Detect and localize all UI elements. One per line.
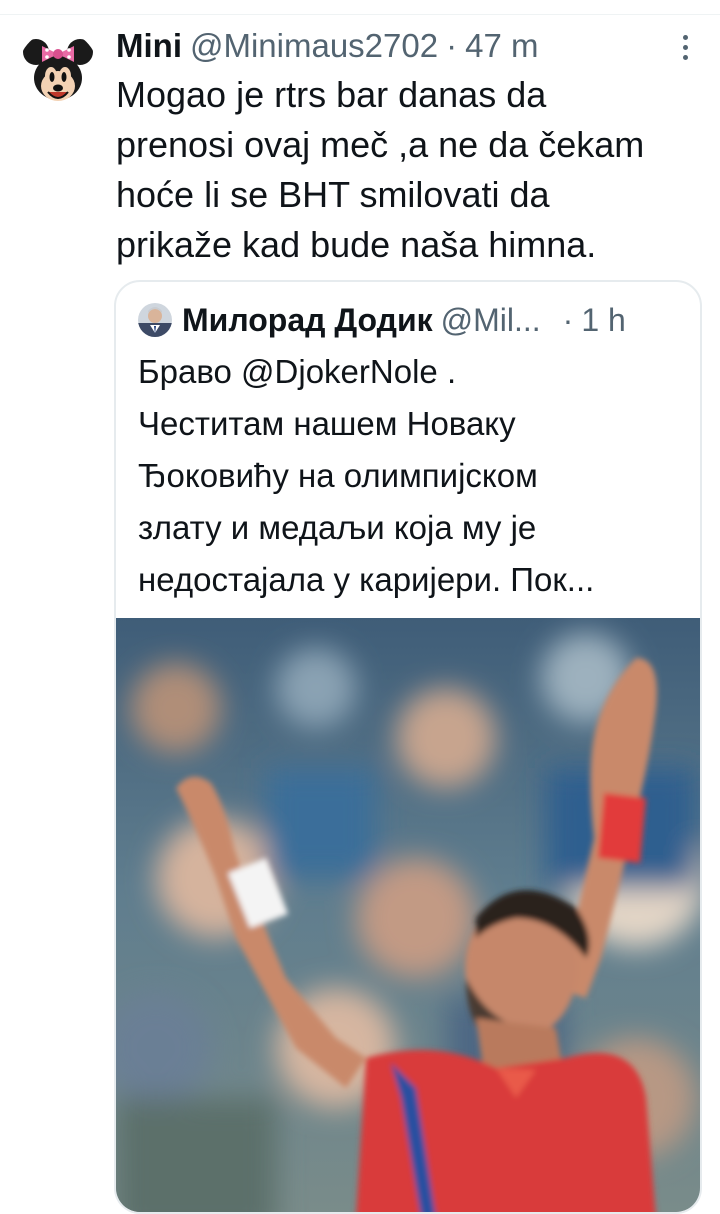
tweet-timestamp[interactable]: 47 m [465,26,538,66]
separator-dot: · [562,301,574,338]
quoted-tweet-header: Милорад Додик @Mil... · 1 h [138,300,680,340]
quoted-tweet-timestamp[interactable]: 1 h [581,302,625,339]
tweet-text: Mogao je rtrs bar danas da prenosi ovaj … [116,70,706,270]
quoted-text-line: Честитам нашем Новаку [138,405,516,442]
quoted-text-line: Браво @DjokerNole . [138,353,457,390]
quoted-text-line: Ђоковићу на олимпијском [138,457,538,494]
tweet-text-line: prikaže kad bude naša himna. [116,224,597,265]
quoted-user-handle[interactable]: @Mil... [441,302,541,339]
quoted-tweet-text: Браво @DjokerNole . Честитам нашем Новак… [138,346,688,606]
tweet-text-line: prenosi ovaj meč ,a ne da čekam [116,124,645,165]
photo-image [116,618,700,1212]
profile-photo-avatar-icon [138,303,172,337]
tweet-header: Mini @Minimaus2702 · 47 m [116,26,698,66]
tweet-text-line: Mogao je rtrs bar danas da [116,74,547,115]
tennis-player-photo[interactable] [116,618,700,1212]
more-options-icon[interactable] [672,30,698,64]
quoted-tweet-card[interactable]: Милорад Додик @Mil... · 1 h Браво @Djoke… [114,280,702,1214]
quoted-text-line: недостајала у каријери. Пок... [138,561,595,598]
minnie-mouse-icon [18,30,98,110]
tweet-text-line: hoće li se BHT smilovati da [116,174,550,215]
quoted-text-line: злату и медаљи која му је [138,509,537,546]
separator-dot: · [446,27,458,64]
display-name[interactable]: Mini [116,26,182,66]
quoted-user-avatar[interactable] [138,303,172,337]
user-avatar[interactable] [18,30,98,110]
user-handle[interactable]: @Minimaus2702 [190,26,438,66]
top-divider [0,0,720,15]
quoted-display-name[interactable]: Милорад Додик [182,302,433,339]
